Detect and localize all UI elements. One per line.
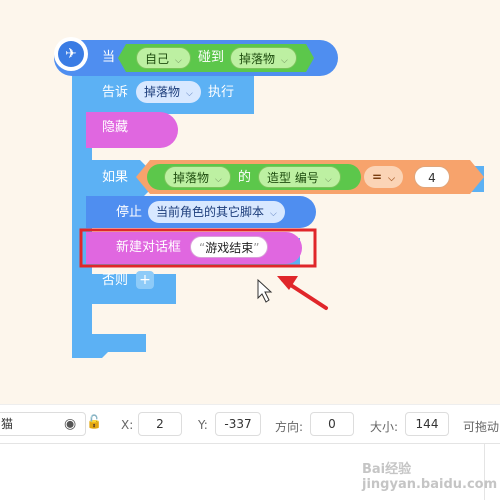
operator-dropdown[interactable]: = ⌵ (364, 166, 403, 188)
if-property-dropdown[interactable]: 造型 编号 ⌵ (258, 166, 341, 188)
else-label: 否则 (102, 273, 129, 288)
mouse-cursor-icon (257, 278, 273, 303)
hide-block-shape (86, 112, 178, 148)
chevron-down-icon: ⌵ (388, 174, 395, 184)
hat-verb: 碰到 (198, 50, 225, 65)
chevron-down-icon: ⌵ (270, 209, 277, 219)
lock-icon[interactable]: 🔓 (86, 415, 102, 430)
chevron-down-icon: ⌵ (175, 56, 182, 66)
hat-label: 当 (102, 50, 116, 65)
direction-label: 方向: (275, 420, 304, 434)
size-label: 大小: (370, 420, 399, 434)
else-add-button[interactable]: + (136, 271, 154, 289)
broadcast-label: 告诉 (102, 85, 129, 100)
if-sprite-dropdown[interactable]: 掉落物 ⌵ (164, 166, 231, 188)
y-input[interactable]: -337 (215, 412, 261, 436)
hat-sprite-dropdown[interactable]: 自己 ⌵ (136, 47, 191, 69)
dialog-text-input[interactable]: “游戏结束” (190, 236, 269, 258)
broadcast-action: 执行 (208, 85, 235, 100)
hat-target-dropdown[interactable]: 掉落物 ⌵ (230, 47, 297, 69)
broadcast-target-dropdown[interactable]: 掉落物 ⌵ (136, 81, 201, 103)
hat-bird-icon: ✈ (65, 46, 77, 62)
chevron-down-icon: ⌵ (281, 56, 288, 66)
compare-value-input[interactable]: 4 (414, 166, 450, 188)
dialog-label: 新建对话框 (116, 240, 182, 255)
x-input[interactable]: 2 (138, 412, 182, 436)
hide-label: 隐藏 (102, 120, 129, 135)
chevron-down-icon: ⌵ (215, 175, 222, 185)
if-of-label: 的 (238, 170, 252, 185)
stop-option-dropdown[interactable]: 当前角色的其它脚本 ⌵ (148, 201, 285, 223)
y-label: Y: (198, 418, 208, 432)
stop-label: 停止 (116, 205, 143, 220)
direction-input[interactable]: 0 (310, 412, 354, 436)
draggable-label: 可拖动 (463, 420, 500, 434)
if-label: 如果 (102, 170, 129, 185)
watermark: Bai经验 jingyan.baidu.com (362, 462, 498, 492)
x-label: X: (121, 418, 134, 432)
visibility-eye-icon[interactable]: ◉ (64, 416, 76, 432)
chevron-down-icon: ⌵ (324, 175, 332, 185)
chevron-down-icon: ⌵ (186, 89, 193, 99)
size-input[interactable]: 144 (405, 412, 449, 436)
